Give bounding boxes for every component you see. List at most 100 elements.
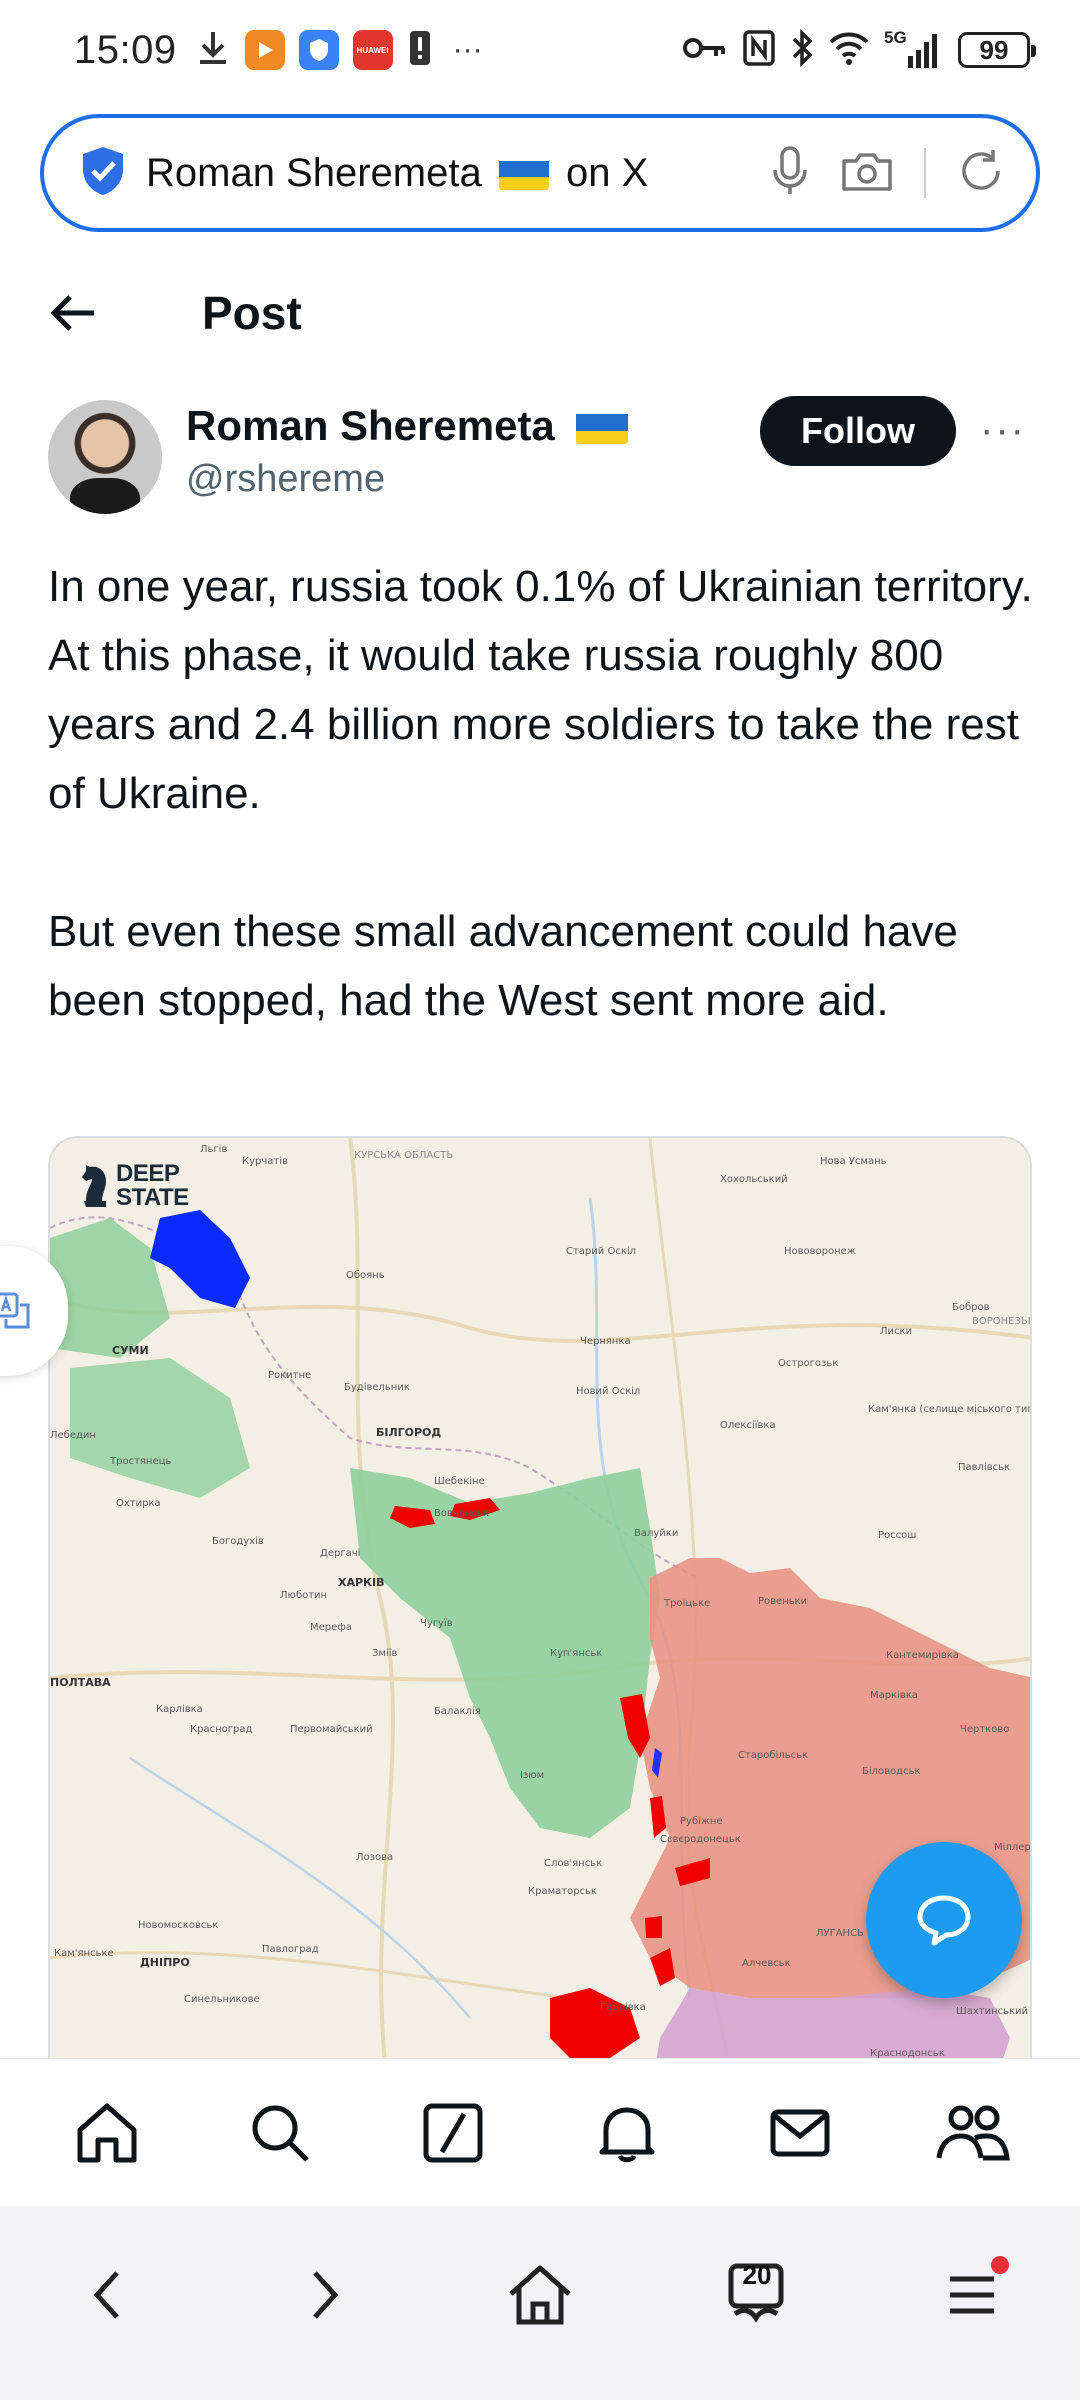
deepstate-line1: DEEP <box>116 1160 180 1187</box>
author-row: Roman Sheremeta @rshereme Follow ··· <box>0 396 1080 516</box>
address-title[interactable]: Roman Sheremeta on X <box>146 151 648 196</box>
map-label: Шахтинський <box>956 2006 1028 2017</box>
huawei-app-icon: HUAWEI <box>352 30 393 70</box>
map-label: Чугуїв <box>420 1618 453 1629</box>
home-icon[interactable] <box>62 2088 152 2178</box>
author-name[interactable]: Roman Sheremeta <box>186 402 629 450</box>
address-bar[interactable]: Roman Sheremeta on X <box>40 114 1040 232</box>
map-label: ХАРКІВ <box>338 1576 385 1589</box>
map-image[interactable]: КУРСЬКА ОБЛАСТЬ Льгів Курчатів Хохольськ… <box>48 1136 1032 2156</box>
knight-icon <box>82 1165 106 1207</box>
x-bottom-nav <box>0 2058 1080 2206</box>
map-label: Карлівка <box>156 1703 203 1715</box>
browser-toolbar: 20 <box>0 2206 1080 2400</box>
play-app-icon <box>244 30 285 70</box>
map-label: Богодухів <box>212 1535 264 1547</box>
shield-app-icon <box>298 30 339 70</box>
map-label: Курчатів <box>242 1155 288 1167</box>
map-label: Рокитне <box>268 1370 311 1381</box>
verified-shield-icon[interactable] <box>80 145 126 202</box>
tabs-icon[interactable]: 20 <box>701 2250 811 2340</box>
map-label: Слов'янськ <box>544 1858 602 1869</box>
map-label: Кам'янка (селище міського типу, Воронезь… <box>868 1403 1032 1415</box>
address-title-site: on X <box>565 150 649 195</box>
author-display-name: Roman Sheremeta <box>186 402 555 449</box>
map-label: Марківка <box>870 1689 918 1701</box>
post-paragraph: In one year, russia took 0.1% of Ukraini… <box>48 562 1033 818</box>
status-notification-icons: HUAWEI ··· <box>195 28 483 73</box>
translate-icon <box>0 1292 30 1329</box>
ukraine-flag-icon <box>576 410 629 444</box>
map-label: Лозова <box>356 1852 393 1863</box>
forward-icon[interactable] <box>269 2250 379 2340</box>
map-label: Валуйки <box>634 1528 678 1539</box>
map-label: Дергачі <box>320 1547 360 1559</box>
page-title: Post <box>202 287 302 339</box>
map-label: Хохольський <box>720 1174 788 1185</box>
map-label: Обоянь <box>346 1270 385 1281</box>
tabs-count: 20 <box>742 2260 772 2290</box>
nfc-icon <box>742 29 776 72</box>
map-label: Россош <box>878 1530 916 1541</box>
map-label: Павлівськ <box>958 1461 1010 1473</box>
map-label: Павлоград <box>262 1944 319 1955</box>
key-icon <box>682 33 728 68</box>
back-icon[interactable] <box>53 2250 163 2340</box>
map-label: Старобільськ <box>738 1749 808 1761</box>
map-label: ДНІПРО <box>140 1956 190 1969</box>
map-label: Куп'янськ <box>550 1648 602 1659</box>
map-label: ВОРОНЕЗЬКА ОБЛАСТЬ <box>972 1316 1032 1327</box>
notifications-icon[interactable] <box>582 2088 672 2178</box>
avatar[interactable] <box>48 400 162 514</box>
search-icon[interactable] <box>235 2088 325 2178</box>
reply-fab-button[interactable] <box>866 1842 1022 1998</box>
microphone-icon[interactable] <box>770 144 810 203</box>
status-time: 15:09 <box>74 27 177 72</box>
map-label: Горлівка <box>600 2001 646 2013</box>
address-title-name: Roman Sheremeta <box>146 150 482 195</box>
post-text: In one year, russia took 0.1% of Ukraini… <box>48 552 1038 1104</box>
map-label: Тростянець <box>109 1456 171 1467</box>
download-icon <box>195 28 231 73</box>
map-label: Мерефа <box>310 1622 352 1633</box>
map-label: Новомосковськ <box>138 1920 218 1931</box>
map-label: СУМИ <box>112 1344 149 1357</box>
map-label: ПОЛТАВА <box>50 1676 111 1689</box>
reload-icon[interactable] <box>956 146 1006 201</box>
map-label: Олексіївка <box>720 1419 776 1431</box>
map-label: Балаклія <box>434 1705 481 1717</box>
alert-icon <box>407 28 433 73</box>
follow-button[interactable]: Follow <box>760 396 956 466</box>
map-label: Ровеньки <box>758 1596 807 1607</box>
browser-home-icon[interactable] <box>485 2250 595 2340</box>
map-label: Кам'янське <box>54 1948 114 1959</box>
status-bar: 15:09 HUAWEI ··· 5G 99 <box>0 0 1080 100</box>
map-label: Шебекіне <box>434 1475 485 1487</box>
map-label: Льгів <box>200 1143 227 1155</box>
map-label: КУРСЬКА ОБЛАСТЬ <box>354 1150 453 1161</box>
grok-icon[interactable] <box>408 2088 498 2178</box>
communities-icon[interactable] <box>928 2088 1018 2178</box>
signal-icon: 5G <box>884 28 944 72</box>
camera-icon[interactable] <box>840 149 894 198</box>
map-label: Міллер <box>994 1841 1031 1853</box>
deepstate-line2: STATE <box>116 1184 189 1211</box>
back-arrow-icon[interactable] <box>44 283 104 343</box>
map-label: Люботин <box>280 1590 327 1601</box>
battery-icon: 99 <box>958 32 1036 68</box>
map-label: Чернянка <box>580 1336 631 1347</box>
map-label: Біловодськ <box>862 1765 921 1777</box>
post-paragraph: But even these small advancement could h… <box>48 907 958 1025</box>
map-label: Синельникове <box>184 1994 260 2005</box>
map-label: Охтирка <box>116 1498 161 1509</box>
messages-icon[interactable] <box>755 2088 845 2178</box>
more-options-icon[interactable]: ··· <box>980 408 1026 453</box>
map-label: Краматорськ <box>528 1886 597 1897</box>
menu-icon[interactable] <box>917 2250 1027 2340</box>
map-label: Новий Оскіл <box>576 1385 640 1397</box>
map-label: Ізюм <box>520 1770 544 1781</box>
post-header: Post <box>0 258 1080 368</box>
map-label: Рубіжне <box>680 1815 723 1827</box>
map-label: Зміїв <box>372 1647 398 1659</box>
author-handle[interactable]: @rshereme <box>186 458 385 501</box>
